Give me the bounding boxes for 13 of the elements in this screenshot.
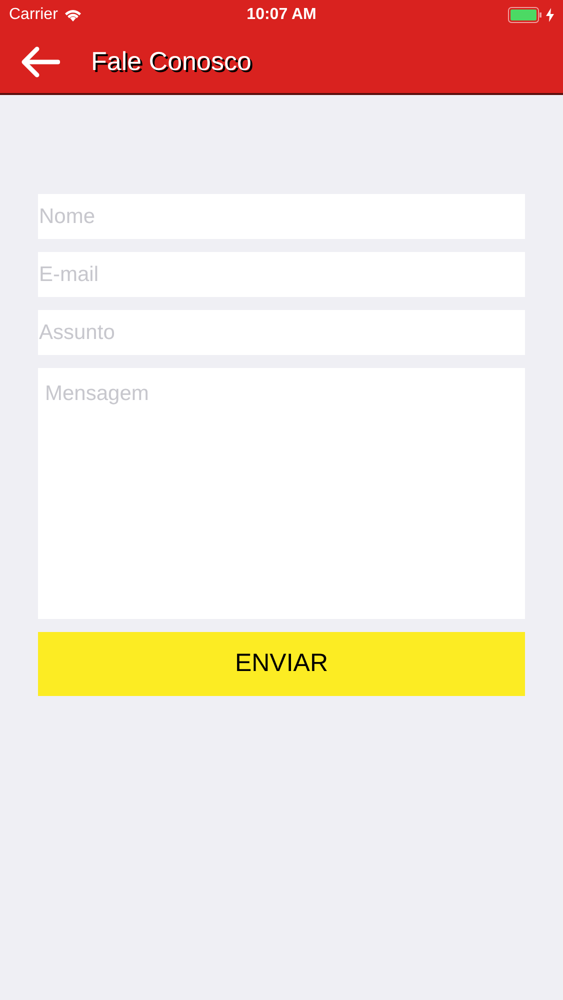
message-field[interactable]: Mensagem [38,368,525,619]
send-button[interactable]: ENVIAR [38,632,525,696]
input-field[interactable]: E-mail [38,252,525,297]
page-title: Fale Conosco [91,45,252,78]
carrier-label: Carrier [9,5,58,25]
charging-icon [546,8,554,22]
input-field[interactable]: Assunto [38,310,525,355]
back-button[interactable] [19,44,61,78]
back-arrow-icon [20,46,60,78]
battery-icon [508,7,542,23]
wifi-icon [64,8,82,22]
clock-time: 10:07 AM [246,5,316,25]
input-field[interactable]: Nome [38,194,525,239]
